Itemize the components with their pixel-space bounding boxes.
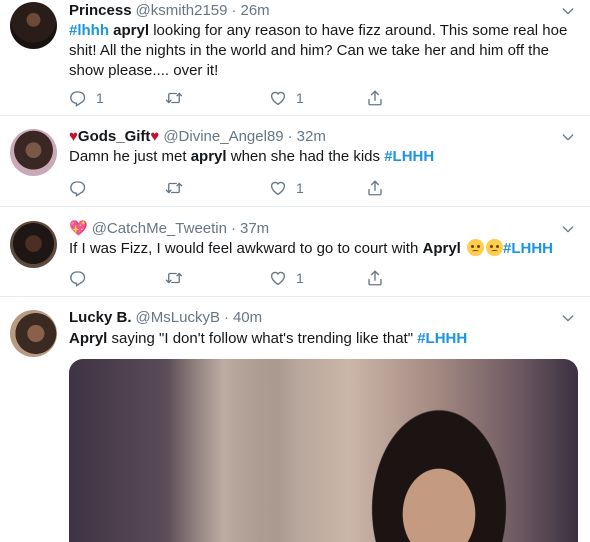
chevron-down-icon[interactable] bbox=[560, 129, 576, 145]
keyword: Apryl bbox=[69, 330, 108, 347]
tweet[interactable]: 💖 @CatchMe_Tweetin · 37m If I was Fizz, … bbox=[0, 207, 590, 297]
share-button[interactable] bbox=[366, 89, 384, 107]
avatar[interactable] bbox=[10, 2, 57, 49]
tweet-actions: 1 bbox=[69, 267, 389, 289]
retweet-icon bbox=[165, 89, 183, 107]
retweet-icon bbox=[165, 179, 183, 197]
retweet-button[interactable] bbox=[165, 89, 183, 107]
timestamp[interactable]: 32m bbox=[297, 128, 326, 145]
like-button[interactable]: 1 bbox=[269, 269, 304, 287]
like-count: 1 bbox=[296, 270, 304, 286]
reply-button[interactable] bbox=[69, 269, 87, 287]
like-button[interactable]: 1 bbox=[269, 179, 304, 197]
tweet-header: ♥ Gods_Gift ♥ @Divine_Angel89 · 32m bbox=[69, 126, 326, 146]
reply-button[interactable] bbox=[69, 179, 87, 197]
keyword: Apryl bbox=[422, 240, 461, 257]
like-icon bbox=[269, 89, 287, 107]
user-handle[interactable]: @CatchMe_Tweetin bbox=[92, 220, 227, 237]
display-name[interactable]: Princess bbox=[69, 2, 132, 19]
retweet-button[interactable] bbox=[165, 179, 183, 197]
tweet-header: 💖 @CatchMe_Tweetin · 37m bbox=[69, 218, 269, 238]
tweet-actions: 1 1 bbox=[69, 87, 389, 109]
reply-icon bbox=[69, 269, 87, 287]
user-handle[interactable]: @ksmith2159 bbox=[136, 2, 228, 19]
tweet-text: Damn he just met apryl when she had the … bbox=[69, 148, 435, 165]
pleading-face-emoji bbox=[467, 239, 484, 256]
hashtag[interactable]: #LHHH bbox=[417, 330, 467, 347]
share-icon bbox=[366, 179, 384, 197]
like-button[interactable]: 1 bbox=[269, 89, 304, 107]
tweet-text: If I was Fizz, I would feel awkward to g… bbox=[69, 239, 554, 257]
share-button[interactable] bbox=[366, 269, 384, 287]
reply-icon bbox=[69, 179, 87, 197]
user-handle[interactable]: @Divine_Angel89 bbox=[163, 128, 283, 145]
avatar[interactable] bbox=[10, 310, 57, 357]
separator-dot: · bbox=[230, 219, 236, 237]
like-count: 1 bbox=[296, 180, 304, 196]
timestamp[interactable]: 37m bbox=[240, 220, 269, 237]
display-name[interactable]: Lucky B. bbox=[69, 309, 132, 326]
avatar[interactable] bbox=[10, 221, 57, 268]
tweet-header: Lucky B. @MsLuckyB · 40m bbox=[69, 307, 262, 327]
hashtag[interactable]: #LHHH bbox=[503, 240, 553, 257]
separator-dot: · bbox=[287, 127, 293, 145]
reply-count: 1 bbox=[96, 90, 104, 106]
tweet-text: #lhhh apryl looking for any reason to ha… bbox=[69, 22, 568, 79]
timestamp[interactable]: 26m bbox=[240, 2, 269, 19]
tweet-header: Princess @ksmith2159 · 26m bbox=[69, 0, 270, 20]
red-heart-emoji: ♥ bbox=[69, 127, 78, 145]
hashtag[interactable]: #LHHH bbox=[384, 148, 434, 165]
tweet[interactable]: ♥ Gods_Gift ♥ @Divine_Angel89 · 32m Damn… bbox=[0, 116, 590, 207]
separator-dot: · bbox=[223, 308, 229, 326]
avatar[interactable] bbox=[10, 129, 57, 176]
pleading-face-emoji bbox=[486, 239, 503, 256]
user-handle[interactable]: @MsLuckyB bbox=[136, 309, 220, 326]
share-icon bbox=[366, 269, 384, 287]
keyword: apryl bbox=[113, 22, 150, 39]
hashtag[interactable]: #lhhh bbox=[69, 22, 109, 39]
chevron-down-icon[interactable] bbox=[560, 221, 576, 237]
retweet-button[interactable] bbox=[165, 269, 183, 287]
timestamp[interactable]: 40m bbox=[233, 309, 262, 326]
chevron-down-icon[interactable] bbox=[560, 3, 576, 19]
share-icon bbox=[366, 89, 384, 107]
tweet-text: Apryl saying "I don't follow what's tren… bbox=[69, 330, 468, 347]
like-count: 1 bbox=[296, 90, 304, 106]
retweet-icon bbox=[165, 269, 183, 287]
reply-button[interactable]: 1 bbox=[69, 89, 104, 107]
share-button[interactable] bbox=[366, 179, 384, 197]
tweet[interactable]: Lucky B. @MsLuckyB · 40m Apryl saying "I… bbox=[0, 297, 590, 542]
red-heart-emoji: ♥ bbox=[150, 127, 160, 145]
tweet-media-gif[interactable] bbox=[69, 359, 578, 542]
tweet[interactable]: Princess @ksmith2159 · 26m #lhhh apryl l… bbox=[0, 0, 590, 116]
display-name[interactable]: Gods_Gift bbox=[78, 128, 151, 145]
like-icon bbox=[269, 269, 287, 287]
separator-dot: · bbox=[231, 1, 237, 19]
chevron-down-icon[interactable] bbox=[560, 310, 576, 326]
tweet-actions: 1 bbox=[69, 177, 389, 199]
keyword: apryl bbox=[190, 148, 227, 165]
sparkling-heart-emoji: 💖 bbox=[69, 220, 88, 237]
like-icon bbox=[269, 179, 287, 197]
reply-icon bbox=[69, 89, 87, 107]
